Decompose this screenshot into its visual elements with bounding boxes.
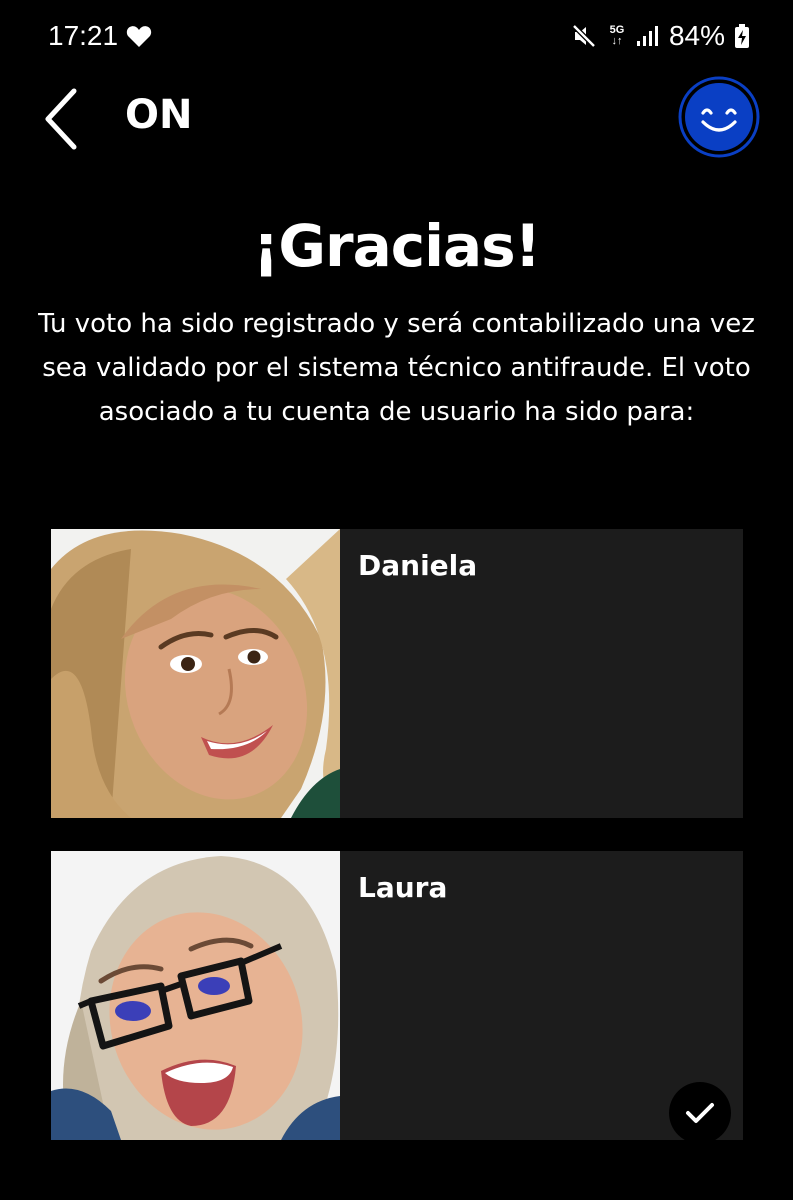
app-title: ON — [125, 92, 193, 138]
back-button[interactable] — [40, 86, 86, 152]
status-time: 17:21 — [48, 20, 119, 51]
candidate-card-selected: Laura — [51, 851, 743, 1140]
status-indicators: 5G ↓↑ 84% — [571, 20, 749, 52]
data-arrows-icon: ↓↑ — [611, 35, 623, 47]
network-type: 5G ↓↑ — [607, 25, 627, 47]
chevron-left-icon — [45, 88, 77, 150]
app-header: ON — [0, 76, 793, 160]
battery-percent: 84% — [668, 20, 725, 51]
candidate-photo — [51, 529, 340, 818]
signal-icon — [636, 26, 658, 46]
vote-confirmation-message: Tu voto ha sido registrado y será contab… — [38, 309, 755, 427]
checkmark-icon — [686, 1103, 714, 1123]
candidate-photo — [51, 851, 340, 1140]
candidate-name: Laura — [358, 871, 448, 904]
mute-icon — [572, 24, 596, 48]
status-bar: 17:21 5G ↓↑ 84% — [0, 0, 793, 76]
heart-icon — [126, 26, 152, 47]
profile-button[interactable] — [678, 76, 760, 158]
candidate-name: Daniela — [358, 549, 478, 582]
selected-badge — [669, 1082, 731, 1140]
status-time-group: 17:21 — [48, 20, 152, 52]
candidate-card: Daniela — [51, 529, 743, 818]
battery-charging-icon — [735, 24, 749, 48]
thank-you-heading: ¡Gracias! — [252, 212, 541, 280]
smiley-face-icon — [678, 76, 760, 158]
